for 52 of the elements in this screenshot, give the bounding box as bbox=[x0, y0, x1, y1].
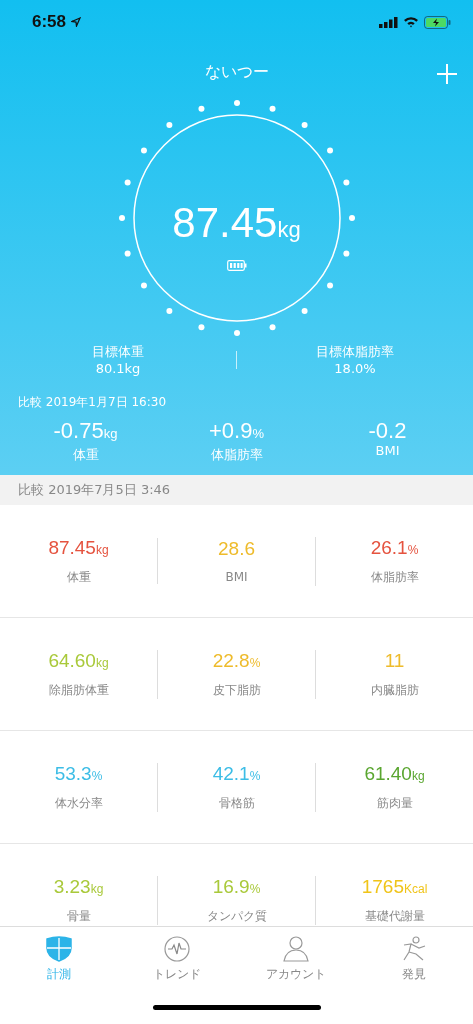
tab[interactable]: トレンド bbox=[118, 927, 237, 991]
change-label: 体重 bbox=[72, 446, 99, 464]
metric-value: 16.9% bbox=[212, 875, 261, 898]
metric-label: 除脂肪体重 bbox=[48, 681, 109, 699]
metric-label: 体重 bbox=[66, 568, 91, 586]
metric-label: 内臓脂肪 bbox=[370, 681, 419, 699]
change-value: -0.2 bbox=[368, 419, 407, 443]
change-value: +0.9% bbox=[209, 419, 264, 445]
metric-value: 26.1% bbox=[370, 536, 419, 559]
signal-icon bbox=[379, 16, 398, 28]
metric-label: 体水分率 bbox=[54, 794, 103, 812]
goal-label: 目標体脂肪率 bbox=[316, 343, 394, 360]
tab[interactable]: 発見 bbox=[354, 927, 473, 991]
metric-label: 骨格筋 bbox=[218, 794, 255, 812]
location-arrow-icon bbox=[71, 17, 82, 27]
profile-name-title: ないつー bbox=[204, 61, 269, 83]
tab[interactable]: 計測 bbox=[0, 927, 119, 991]
weight-reading: 87.45kg bbox=[172, 201, 301, 244]
person-icon bbox=[281, 935, 310, 962]
comparison-date: 比較 2019年1月7日 16:30 bbox=[17, 394, 168, 411]
section-header: 比較 2019年7月5日 3:46 bbox=[0, 475, 473, 505]
status-time: 6:58 bbox=[32, 12, 67, 32]
metric-value: 53.3% bbox=[54, 762, 103, 785]
metric-value: 1765Kcal bbox=[361, 875, 428, 898]
metric-label: 基礎代謝量 bbox=[364, 907, 425, 925]
metric-value: 3.23kg bbox=[53, 875, 104, 898]
change-label: BMI bbox=[375, 443, 400, 458]
metric-value: 87.45kg bbox=[48, 536, 109, 559]
goal-label: 目標体重 bbox=[92, 343, 144, 360]
metric-label: タンパク質 bbox=[206, 907, 267, 925]
pulse-icon bbox=[164, 935, 191, 962]
scale-battery-icon bbox=[226, 259, 247, 271]
metric-value: 61.40kg bbox=[364, 762, 425, 785]
metric-value: 28.6 bbox=[218, 538, 255, 560]
metric-value: 42.1% bbox=[212, 762, 261, 785]
metric-value: 11 bbox=[384, 649, 405, 672]
shield-icon bbox=[45, 935, 74, 962]
metric-label: 骨量 bbox=[66, 907, 91, 925]
battery-charging-icon bbox=[424, 15, 451, 29]
metric-label: 体脂肪率 bbox=[370, 568, 419, 586]
add-button[interactable] bbox=[435, 62, 459, 86]
goal-value: 18.0% bbox=[334, 360, 376, 377]
goal-value: 80.1kg bbox=[95, 360, 141, 377]
metric-value: 22.8% bbox=[212, 649, 261, 672]
metric-label: BMI bbox=[225, 570, 248, 584]
metric-value: 64.60kg bbox=[48, 649, 109, 672]
metric-label: 皮下脂肪 bbox=[212, 681, 261, 699]
change-label: 体脂肪率 bbox=[210, 446, 263, 464]
change-value: -0.75kg bbox=[53, 419, 118, 445]
metric-label: 筋肉量 bbox=[376, 794, 413, 812]
tab[interactable]: アカウント bbox=[236, 927, 355, 991]
wifi-icon bbox=[403, 16, 419, 28]
